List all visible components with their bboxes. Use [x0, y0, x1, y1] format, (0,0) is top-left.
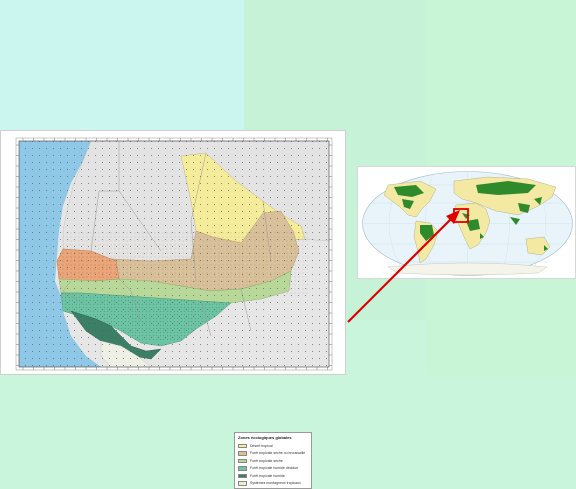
map-legend: Zones écologiques globales Désert tropic… — [234, 432, 312, 489]
slide-background-top-left — [0, 0, 244, 130]
legend-item: Forêt tropicale humide décidue — [238, 465, 308, 473]
graticule-dots — [19, 141, 329, 367]
legend-swatch — [238, 466, 247, 471]
legend-item: Systèmes montagneux tropicaux — [238, 480, 308, 488]
legend-item: Forêt tropicale humide — [238, 472, 308, 480]
legend-swatch — [238, 451, 247, 456]
legend-swatch — [238, 443, 247, 448]
world-locator-map — [357, 166, 576, 279]
legend-label: Forêt tropicale humide décidue — [250, 466, 299, 471]
legend-item: Forêt tropicale sèche — [238, 457, 308, 465]
legend-label: Forêt tropicale humide — [250, 473, 285, 478]
legend-item: Forêt tropicale sèche ou broussaille — [238, 450, 308, 458]
map-canvas — [15, 137, 333, 371]
legend-label: Systèmes montagneux tropicaux — [250, 481, 301, 486]
legend-label: Forêt tropicale sèche ou broussaille — [250, 451, 306, 456]
west-africa-ecological-zones-map: Zones écologiques globales Désert tropic… — [0, 130, 346, 489]
legend-title: Zones écologiques globales — [238, 435, 292, 440]
world-map-canvas — [362, 171, 573, 276]
legend-swatch — [238, 473, 247, 478]
legend-swatch — [238, 458, 247, 463]
slide-background-bottom — [0, 375, 576, 432]
legend-swatch — [238, 481, 247, 486]
legend-label: Désert tropical — [250, 443, 273, 448]
legend-label: Forêt tropicale sèche — [250, 458, 283, 463]
legend-item: Désert tropical — [238, 442, 308, 450]
